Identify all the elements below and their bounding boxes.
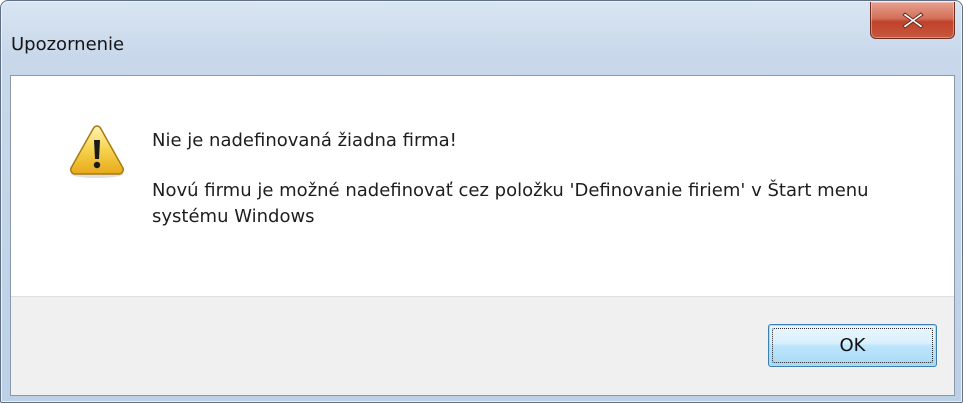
warning-icon: [70, 125, 124, 178]
button-area: OK: [11, 296, 954, 395]
close-button[interactable]: [870, 2, 955, 39]
title-bar[interactable]: Upozornenie: [2, 2, 961, 75]
message-line-2: Novú firmu je možné nadefinovať cez polo…: [152, 180, 869, 227]
message-line-1: Nie je nadefinovaná žiadna firma!: [152, 130, 457, 151]
close-icon: [902, 12, 924, 29]
message-text: Nie je nadefinovaná žiadna firma! Novú f…: [152, 128, 912, 230]
dialog-window: Upozornenie Nie je nadefinovaná žiadna f…: [0, 0, 963, 403]
ok-button-label: OK: [839, 335, 866, 356]
window-title: Upozornenie: [11, 34, 125, 55]
dialog-content: Nie je nadefinovaná žiadna firma! Novú f…: [10, 75, 955, 396]
ok-button[interactable]: OK: [768, 324, 937, 367]
